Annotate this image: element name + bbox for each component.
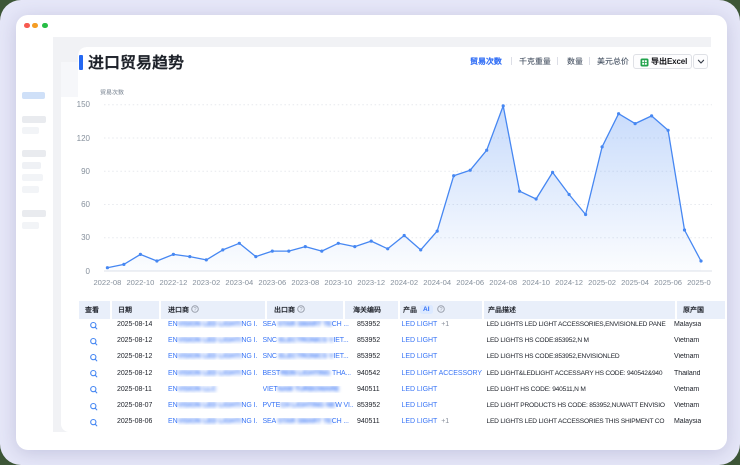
- svg-text:?: ?: [439, 307, 442, 313]
- svg-text:?: ?: [299, 307, 302, 313]
- svg-text:?: ?: [193, 307, 196, 313]
